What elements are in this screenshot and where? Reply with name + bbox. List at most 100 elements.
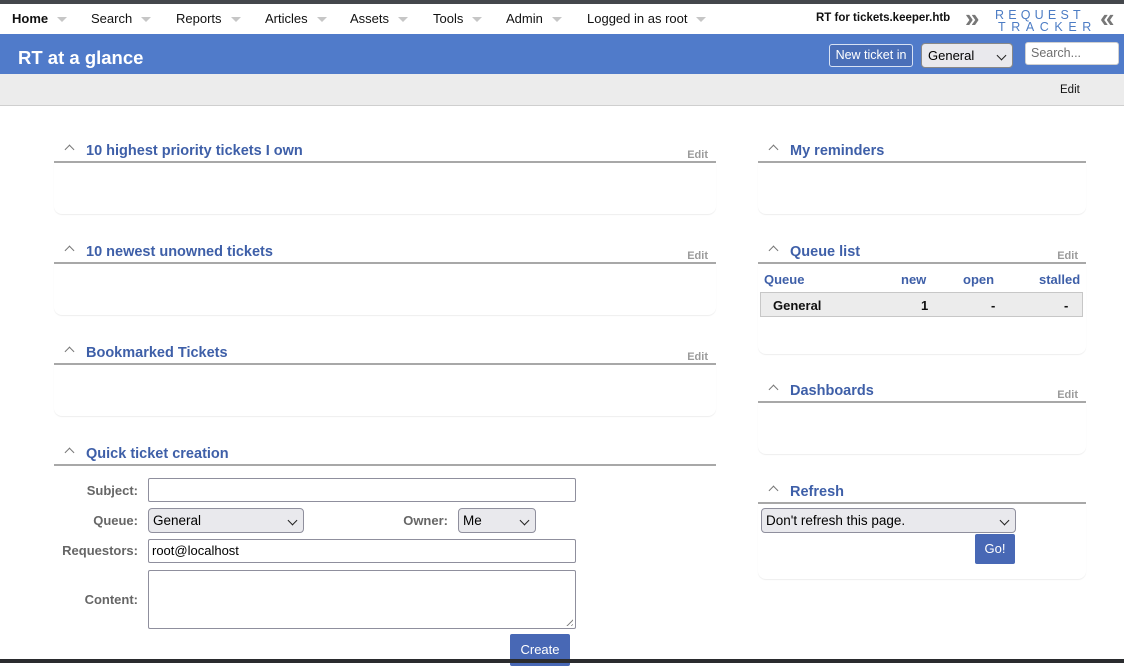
collapse-icon[interactable] bbox=[768, 245, 779, 256]
chevron-down-icon bbox=[472, 17, 483, 22]
chevron-down-icon bbox=[519, 515, 530, 526]
table-row[interactable]: General 1 - - bbox=[760, 292, 1083, 317]
collapse-icon[interactable] bbox=[768, 384, 779, 395]
queue-select-value: General bbox=[153, 513, 202, 528]
column-header-queue[interactable]: Queue bbox=[764, 272, 804, 287]
collapse-icon[interactable] bbox=[64, 144, 75, 155]
portlet-queue-list: Queue list Edit Queue new open stalled G… bbox=[758, 238, 1086, 354]
portlet-body bbox=[54, 365, 716, 416]
nav-admin-label: Admin bbox=[506, 11, 543, 26]
chevron-down-icon bbox=[230, 17, 241, 22]
subject-input[interactable] bbox=[148, 478, 576, 502]
portlet-my-reminders: My reminders bbox=[758, 137, 1086, 214]
portlet-titlebar: Queue list Edit bbox=[758, 238, 1086, 264]
collapse-icon[interactable] bbox=[64, 447, 75, 458]
nav-search[interactable]: Search bbox=[91, 11, 152, 26]
column-header-open[interactable]: open bbox=[963, 272, 994, 287]
chevron-down-icon bbox=[551, 17, 562, 22]
portlet-title[interactable]: Quick ticket creation bbox=[86, 446, 229, 462]
nav-home[interactable]: Home bbox=[12, 11, 68, 26]
request-tracker-logo[interactable]: » REQUEST TRACKER « bbox=[965, 3, 1124, 34]
nav-assets[interactable]: Assets bbox=[350, 11, 409, 26]
portlet-edit-link[interactable]: Edit bbox=[1057, 250, 1078, 262]
chevron-down-icon bbox=[996, 50, 1007, 61]
subject-label: Subject: bbox=[86, 483, 138, 498]
collapse-icon[interactable] bbox=[768, 144, 779, 155]
portlet-title[interactable]: Dashboards bbox=[790, 383, 874, 399]
collapse-icon[interactable] bbox=[768, 485, 779, 496]
portlet-body: Don't refresh this page. Go! bbox=[758, 504, 1086, 579]
queue-select[interactable]: General bbox=[148, 508, 304, 533]
portlet-title[interactable]: Queue list bbox=[790, 244, 860, 260]
portlet-refresh: Refresh Don't refresh this page. Go! bbox=[758, 478, 1086, 579]
content-textarea[interactable] bbox=[148, 570, 576, 629]
portlet-titlebar: Dashboards Edit bbox=[758, 377, 1086, 403]
page-title: RT at a glance bbox=[18, 47, 144, 68]
collapse-icon[interactable] bbox=[64, 346, 75, 357]
nav-tools-label: Tools bbox=[433, 11, 464, 26]
requestors-label: Requestors: bbox=[62, 543, 138, 558]
portlet-body bbox=[758, 163, 1086, 214]
portlet-title[interactable]: 10 newest unowned tickets bbox=[86, 244, 273, 260]
resize-grip-icon[interactable] bbox=[564, 617, 573, 626]
portlet-quick-ticket-creation: Quick ticket creation bbox=[54, 440, 716, 466]
nav-reports[interactable]: Reports bbox=[176, 11, 241, 26]
portlet-title[interactable]: Refresh bbox=[790, 484, 844, 500]
owner-select[interactable]: Me bbox=[458, 508, 536, 533]
portlet-body bbox=[758, 403, 1086, 454]
chevron-down-icon bbox=[287, 515, 298, 526]
portlet-title[interactable]: 10 highest priority tickets I own bbox=[86, 143, 303, 159]
chevron-down-icon bbox=[316, 17, 327, 22]
queue-list-table: Queue new open stalled General 1 - - bbox=[758, 264, 1086, 354]
page-menu-bar: Edit bbox=[0, 74, 1124, 106]
portlet-title[interactable]: Bookmarked Tickets bbox=[86, 345, 228, 361]
portlet-edit-link[interactable]: Edit bbox=[687, 250, 708, 262]
nav-assets-label: Assets bbox=[350, 11, 390, 26]
refresh-interval-select[interactable]: Don't refresh this page. bbox=[761, 508, 1016, 533]
queue-select-value: General bbox=[928, 48, 975, 63]
portlet-edit-link[interactable]: Edit bbox=[687, 149, 708, 161]
new-ticket-queue-select[interactable]: General bbox=[921, 43, 1013, 68]
queue-label: Queue: bbox=[93, 513, 138, 528]
portlet-titlebar: Refresh bbox=[758, 478, 1086, 504]
portlet-newest-unowned: 10 newest unowned tickets Edit bbox=[54, 238, 716, 315]
column-header-stalled[interactable]: stalled bbox=[1039, 272, 1080, 287]
nav-tools[interactable]: Tools bbox=[433, 11, 483, 26]
portlet-body bbox=[54, 163, 716, 214]
portlet-bookmarked: Bookmarked Tickets Edit bbox=[54, 339, 716, 416]
nav-admin[interactable]: Admin bbox=[506, 11, 562, 26]
nav-articles[interactable]: Articles bbox=[265, 11, 327, 26]
portlet-highest-priority: 10 highest priority tickets I own Edit bbox=[54, 137, 716, 214]
logo-chevron-left-icon: « bbox=[1100, 3, 1115, 33]
portlet-edit-link[interactable]: Edit bbox=[1057, 389, 1078, 401]
go-button[interactable]: Go! bbox=[975, 534, 1015, 564]
page-header: RT at a glance New ticket in General Sea… bbox=[0, 34, 1124, 74]
collapse-icon[interactable] bbox=[64, 245, 75, 256]
chevron-down-icon bbox=[398, 17, 409, 22]
owner-label: Owner: bbox=[403, 513, 448, 528]
edit-page-link[interactable]: Edit bbox=[1060, 84, 1080, 96]
new-count-cell[interactable]: 1 bbox=[921, 298, 928, 313]
column-header-new[interactable]: new bbox=[901, 272, 926, 287]
queue-name-cell[interactable]: General bbox=[773, 298, 821, 313]
nav-logged-in-user[interactable]: Logged in as root bbox=[587, 11, 707, 26]
nav-user-label: Logged in as root bbox=[587, 11, 688, 26]
portlet-title[interactable]: My reminders bbox=[790, 143, 884, 159]
portlet-edit-link[interactable]: Edit bbox=[687, 351, 708, 363]
site-name: RT for tickets.keeper.htb bbox=[816, 12, 951, 24]
portlet-titlebar: 10 highest priority tickets I own Edit bbox=[54, 137, 716, 163]
stalled-count-cell[interactable]: - bbox=[1064, 298, 1068, 313]
logo-word-tracker: TRACKER bbox=[998, 20, 1097, 34]
owner-select-value: Me bbox=[463, 513, 482, 528]
content-label: Content: bbox=[84, 592, 138, 607]
new-ticket-button[interactable]: New ticket in bbox=[829, 44, 913, 67]
portlet-titlebar: My reminders bbox=[758, 137, 1086, 163]
chevron-down-icon bbox=[141, 17, 152, 22]
window-bottom-strip bbox=[0, 659, 1124, 663]
refresh-select-value: Don't refresh this page. bbox=[766, 513, 906, 528]
requestors-input[interactable]: root@localhost bbox=[148, 539, 576, 563]
open-count-cell[interactable]: - bbox=[991, 298, 995, 313]
portlet-dashboards: Dashboards Edit bbox=[758, 377, 1086, 454]
search-input[interactable]: Search... bbox=[1025, 42, 1119, 65]
nav-search-label: Search bbox=[91, 11, 133, 26]
